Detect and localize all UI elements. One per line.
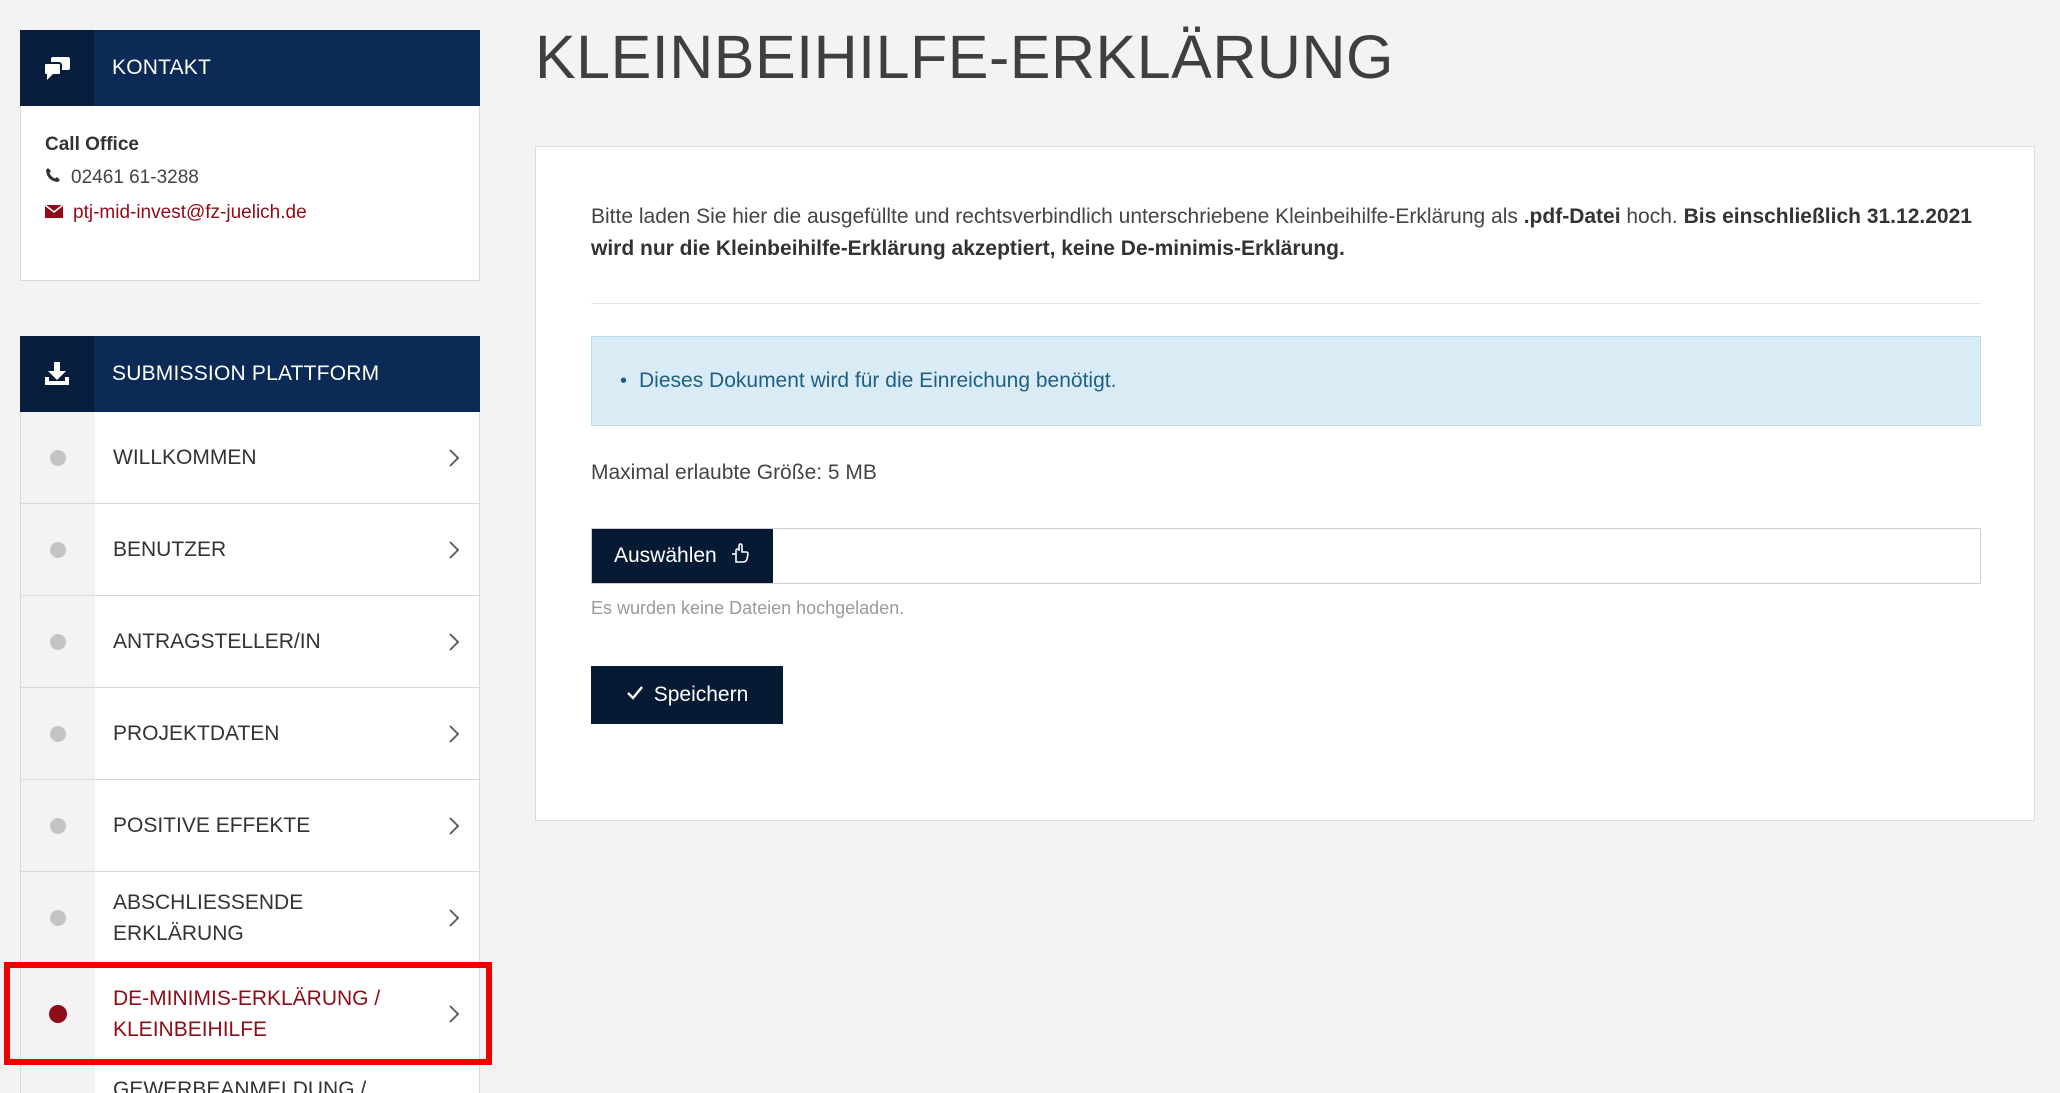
sidebar: KONTAKT Call Office 02461 61-3288 ptj-mi… bbox=[20, 30, 480, 1093]
status-dot-icon bbox=[50, 633, 66, 650]
nav-item-label: PROJEKTDATEN bbox=[113, 722, 280, 745]
nav-item-label: ANTRAGSTELLER/IN bbox=[113, 630, 321, 653]
nav-item-willkommen[interactable]: WILLKOMMEN bbox=[21, 412, 479, 504]
file-name-field[interactable] bbox=[773, 529, 1980, 583]
phone-icon bbox=[45, 160, 61, 195]
nav-item-antragsteller[interactable]: ANTRAGSTELLER/IN bbox=[21, 596, 479, 688]
contact-panel: KONTAKT Call Office 02461 61-3288 ptj-mi… bbox=[20, 30, 480, 281]
save-button[interactable]: Speichern bbox=[591, 666, 783, 724]
email-row: ptj-mid-invest@fz-juelich.de bbox=[44, 195, 455, 230]
chevron-right-icon bbox=[429, 908, 479, 928]
choose-file-label: Auswählen bbox=[614, 544, 717, 567]
submission-nav: WILLKOMMEN BENUTZER ANTRAGSTELLER/IN PRO… bbox=[20, 412, 480, 1093]
chevron-right-icon bbox=[429, 816, 479, 836]
nav-item-projektdaten[interactable]: PROJEKTDATEN bbox=[21, 688, 479, 780]
divider bbox=[591, 303, 1981, 304]
call-office-heading: Call Office bbox=[45, 134, 139, 155]
status-dot-icon bbox=[50, 541, 66, 558]
page-title: KLEINBEIHILFE-ERKLÄRUNG bbox=[535, 23, 1394, 91]
upload-card: Bitte laden Sie hier die ausgefüllte und… bbox=[535, 146, 2035, 821]
info-text: Dieses Dokument wird für die Einreichung… bbox=[639, 369, 1117, 392]
chat-icon bbox=[20, 30, 94, 106]
submission-header: SUBMISSION PLATTFORM bbox=[20, 336, 480, 412]
download-icon bbox=[20, 336, 94, 412]
phone-number[interactable]: 02461 61-3288 bbox=[71, 160, 199, 195]
intro-text: Bitte laden Sie hier die ausgefüllte und… bbox=[591, 205, 1972, 260]
contact-body: Call Office 02461 61-3288 ptj-mid-invest… bbox=[20, 106, 480, 281]
chevron-right-icon bbox=[429, 1004, 479, 1024]
nav-item-label: DE-MINIMIS-ERKLÄRUNG / KLEINBEIHILFE bbox=[113, 986, 381, 1041]
status-dot-icon bbox=[50, 725, 66, 742]
status-dot-icon bbox=[50, 449, 66, 466]
save-label: Speichern bbox=[653, 683, 749, 706]
status-dot-icon bbox=[50, 909, 66, 926]
nav-item-positive-effekte[interactable]: POSITIVE EFFEKTE bbox=[21, 780, 479, 872]
chevron-right-icon bbox=[429, 540, 479, 560]
chevron-right-icon bbox=[429, 724, 479, 744]
chevron-right-icon bbox=[429, 632, 479, 652]
nav-item-label: GEWERBEANMELDUNG / bbox=[113, 1078, 367, 1093]
nav-item-label: WILLKOMMEN bbox=[113, 446, 257, 469]
envelope-icon bbox=[44, 195, 64, 230]
nav-item-benutzer[interactable]: BENUTZER bbox=[21, 504, 479, 596]
submission-panel: SUBMISSION PLATTFORM WILLKOMMEN BENUTZER… bbox=[20, 336, 480, 1093]
email-link[interactable]: ptj-mid-invest@fz-juelich.de bbox=[73, 195, 307, 230]
info-alert: • Dieses Dokument wird für die Einreichu… bbox=[591, 336, 1981, 426]
contact-header-title: KONTAKT bbox=[112, 56, 212, 79]
bullet-icon: • bbox=[620, 369, 628, 392]
status-dot-icon bbox=[50, 817, 66, 834]
nav-item-label: ABSCHLIESSENDE ERKLÄRUNG bbox=[113, 890, 304, 945]
nav-item-gewerbeanmeldung[interactable]: GEWERBEANMELDUNG / bbox=[21, 1064, 479, 1093]
chevron-right-icon bbox=[429, 448, 479, 468]
nav-item-label: BENUTZER bbox=[113, 538, 227, 561]
choose-file-button[interactable]: Auswählen bbox=[592, 529, 773, 583]
checkmark-icon bbox=[626, 683, 644, 707]
status-dot-icon bbox=[49, 1004, 67, 1023]
nav-item-label: POSITIVE EFFEKTE bbox=[113, 814, 311, 837]
hand-pointer-icon bbox=[729, 542, 751, 570]
contact-header: KONTAKT bbox=[20, 30, 480, 106]
no-files-note: Es wurden keine Dateien hochgeladen. bbox=[591, 598, 905, 618]
phone-row: 02461 61-3288 bbox=[45, 160, 455, 195]
nav-item-abschliessende-erklaerung[interactable]: ABSCHLIESSENDE ERKLÄRUNG bbox=[21, 872, 479, 964]
max-size-note: Maximal erlaubte Größe: 5 MB bbox=[591, 461, 877, 484]
submission-header-title: SUBMISSION PLATTFORM bbox=[112, 362, 380, 385]
nav-item-de-minimis-kleinbeihilfe[interactable]: DE-MINIMIS-ERKLÄRUNG / KLEINBEIHILFE bbox=[21, 964, 479, 1064]
file-upload: Auswählen bbox=[591, 528, 1981, 584]
